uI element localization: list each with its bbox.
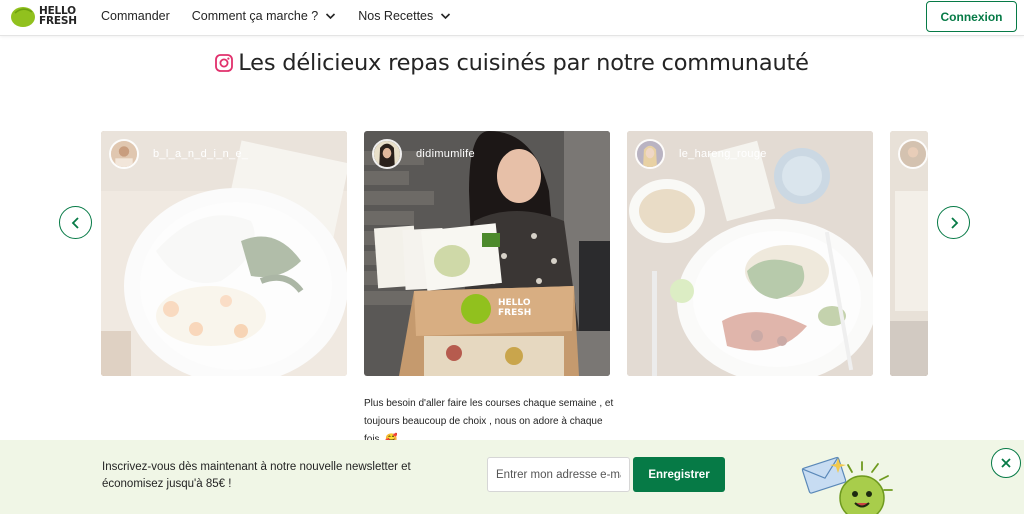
post-username: didimumlife	[416, 148, 475, 160]
avatar	[109, 139, 139, 169]
nav-comment-ca-marche[interactable]: Comment ça marche ?	[192, 9, 336, 23]
close-icon	[1001, 458, 1011, 468]
newsletter-submit-button[interactable]: Enregistrer	[633, 457, 725, 492]
community-post-card-partial[interactable]	[890, 131, 928, 376]
post-author: le_hareng_rouge	[635, 139, 767, 169]
nav-comment-ca-marche-label: Comment ça marche ?	[191, 9, 319, 23]
avatar	[635, 139, 665, 169]
login-button[interactable]: Connexion	[926, 1, 1017, 32]
post-author	[898, 139, 928, 169]
chevron-down-icon	[326, 13, 336, 20]
section-title: Les délicieux repas cuisinés par notre c…	[238, 50, 809, 76]
nav-commander-label: Commander	[101, 9, 170, 23]
main-nav: Commander Comment ça marche ? Nos Recett…	[101, 9, 451, 23]
community-post-card[interactable]: le_hareng_rouge	[627, 131, 873, 376]
post-author: b_l_a_n_d_i_n_e_	[109, 139, 248, 169]
lime-mascot-envelope-icon	[801, 456, 893, 514]
avatar	[898, 139, 928, 169]
community-section-header: Les délicieux repas cuisinés par notre c…	[0, 50, 1024, 76]
newsletter-close-button[interactable]	[991, 448, 1021, 478]
carousel-next-button[interactable]	[937, 206, 970, 239]
carousel-prev-button[interactable]	[59, 206, 92, 239]
community-post-card[interactable]: b_l_a_n_d_i_n_e_	[101, 131, 347, 376]
newsletter-banner: Inscrivez-vous dès maintenant à notre no…	[0, 440, 1024, 514]
email-input[interactable]	[487, 457, 630, 492]
instagram-icon	[215, 54, 234, 72]
nav-commander[interactable]: Commander	[101, 9, 170, 23]
svg-text:HELLO: HELLO	[498, 298, 531, 308]
top-header: HELLO FRESH Commander Comment ça marche …	[0, 0, 1024, 36]
logo-lime-icon	[11, 7, 35, 27]
community-post-card-active[interactable]: HELLO FRESH didimumlife	[364, 131, 610, 376]
post-author: didimumlife	[372, 139, 475, 169]
hellofresh-logo[interactable]: HELLO FRESH	[10, 4, 77, 28]
nav-nos-recettes[interactable]: Nos Recettes	[358, 9, 451, 23]
chevron-left-icon	[71, 216, 79, 229]
nav-nos-recettes-label: Nos Recettes	[358, 9, 434, 23]
post-username: b_l_a_n_d_i_n_e_	[153, 148, 249, 160]
post-username: le_hareng_rouge	[679, 148, 767, 160]
chevron-right-icon	[950, 216, 958, 229]
avatar	[372, 139, 402, 169]
svg-text:FRESH: FRESH	[498, 308, 531, 318]
chevron-down-icon	[441, 13, 451, 20]
logo-wordmark: HELLO FRESH	[39, 5, 77, 27]
newsletter-text: Inscrivez-vous dès maintenant à notre no…	[102, 461, 411, 490]
